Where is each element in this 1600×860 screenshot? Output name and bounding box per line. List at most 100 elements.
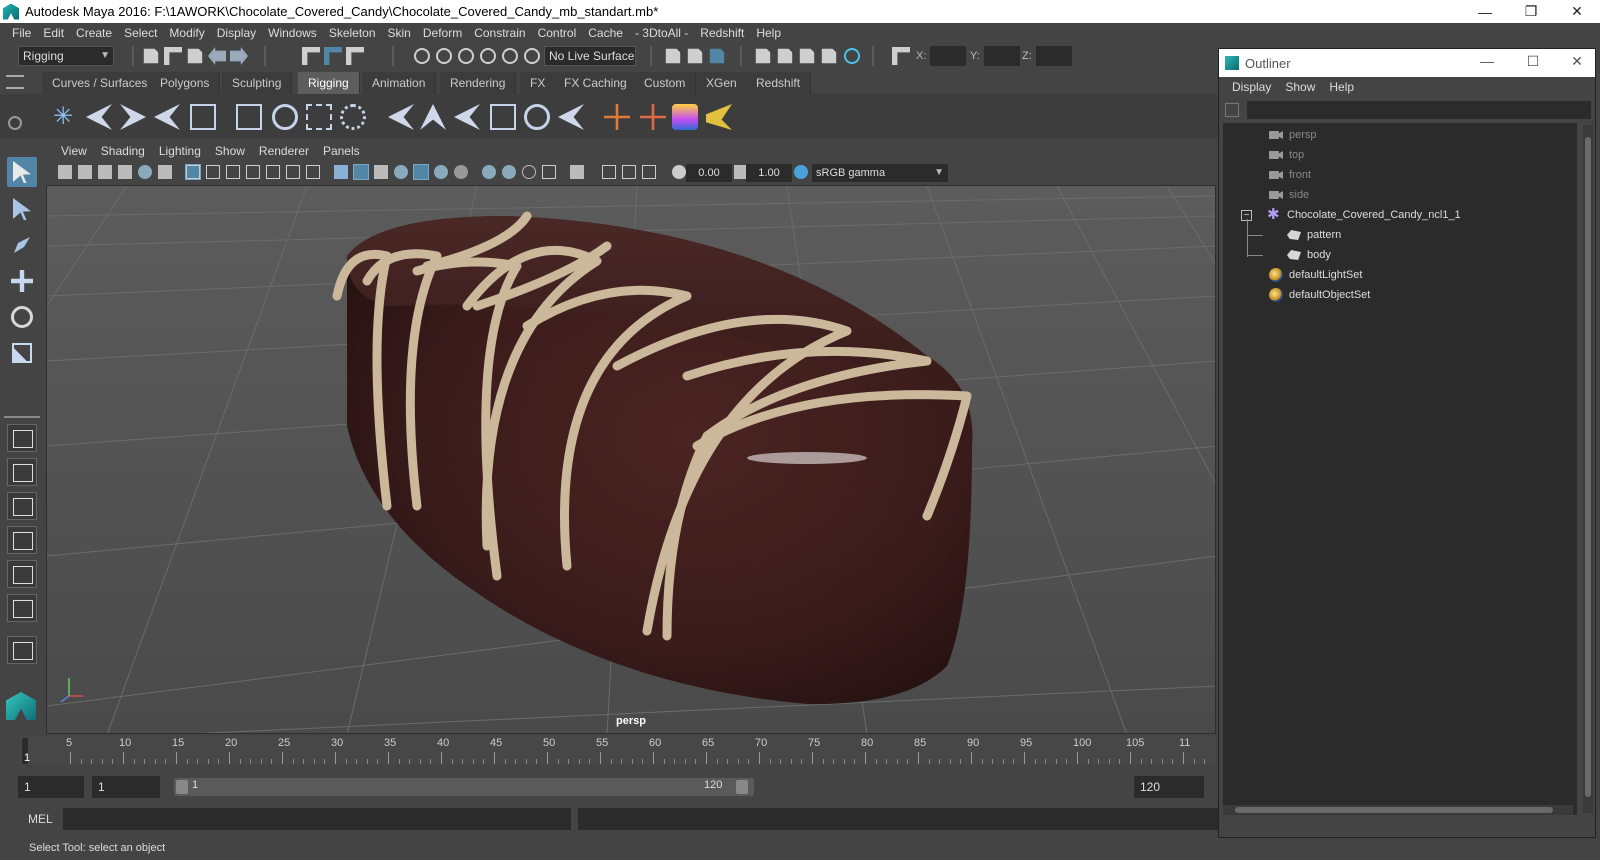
cluster-icon[interactable] — [340, 104, 366, 130]
restore-button[interactable]: ❐ — [1508, 0, 1554, 23]
menu-redshift[interactable]: Redshift — [694, 26, 750, 40]
more-layouts-button[interactable] — [7, 636, 37, 664]
snap-point-icon[interactable] — [458, 48, 474, 64]
z-field[interactable] — [1036, 46, 1072, 66]
point-constraint-icon[interactable] — [388, 104, 414, 130]
four-view-layout-button[interactable] — [7, 458, 37, 486]
snap-surface-icon[interactable] — [502, 48, 518, 64]
redo-icon[interactable] — [230, 47, 248, 65]
menu-skin[interactable]: Skin — [382, 26, 417, 40]
rotate-tool-button[interactable] — [7, 302, 37, 332]
menu-edit[interactable]: Edit — [37, 26, 70, 40]
outliner-item-candy-group[interactable]: − ✱ Chocolate_Covered_Candy_ncl1_1 — [1241, 205, 1541, 225]
chocolate-candy-model[interactable] — [332, 211, 973, 705]
outliner-vertical-scrollbar[interactable] — [1583, 125, 1593, 813]
film-gate-icon[interactable] — [206, 165, 220, 179]
panel-menu-view[interactable]: View — [54, 144, 94, 158]
outliner-item-front[interactable]: front — [1269, 165, 1311, 185]
range-start-handle[interactable] — [176, 780, 188, 794]
y-field[interactable] — [984, 46, 1020, 66]
outliner-menu-show[interactable]: Show — [1278, 80, 1322, 94]
paint-weights-icon[interactable] — [272, 104, 298, 130]
menu-modify[interactable]: Modify — [163, 26, 210, 40]
orient-constraint-icon[interactable] — [454, 104, 480, 130]
range-slider[interactable]: 1 120 — [174, 778, 754, 796]
lasso-tool-button[interactable] — [7, 194, 37, 224]
panel-menu-panels[interactable]: Panels — [316, 144, 367, 158]
outliner-close-button[interactable]: ✕ — [1567, 53, 1587, 70]
exposure-icon[interactable] — [672, 165, 686, 179]
single-perspective-layout-button[interactable] — [7, 424, 37, 452]
select-component-icon[interactable] — [346, 47, 364, 65]
outliner-menu-help[interactable]: Help — [1322, 80, 1361, 94]
menu-skeleton[interactable]: Skeleton — [323, 26, 382, 40]
select-tool-button[interactable] — [7, 157, 37, 187]
exposure-field[interactable]: 0.00 — [686, 164, 732, 182]
gate-mask-icon[interactable] — [246, 165, 260, 179]
outliner-item-side[interactable]: side — [1269, 185, 1309, 205]
blend-shape-icon[interactable] — [672, 104, 698, 130]
scale-constraint-icon[interactable] — [490, 104, 516, 130]
outliner-item-default-light-set[interactable]: defaultLightSet — [1269, 265, 1362, 285]
xray-components-icon[interactable] — [642, 165, 656, 179]
tab-rendering[interactable]: Rendering — [440, 72, 517, 94]
camera-select-icon[interactable] — [58, 165, 72, 179]
wireframe-icon[interactable] — [334, 165, 348, 179]
tab-rigging[interactable]: Rigging — [298, 72, 360, 94]
persp-graph-layout-button[interactable] — [7, 526, 37, 554]
aim-constraint-icon[interactable] — [420, 104, 446, 130]
start-time-field[interactable]: 1 — [18, 776, 84, 798]
field-chart-icon[interactable] — [266, 165, 280, 179]
open-scene-icon[interactable] — [164, 47, 182, 65]
menu-select[interactable]: Select — [118, 26, 163, 40]
hypershade-icon[interactable] — [844, 48, 860, 64]
menu-constrain[interactable]: Constrain — [468, 26, 531, 40]
menu-cache[interactable]: Cache — [582, 26, 629, 40]
panel-menu-renderer[interactable]: Renderer — [252, 144, 316, 158]
bind-skin-icon[interactable] — [236, 104, 262, 130]
menu-windows[interactable]: Windows — [262, 26, 323, 40]
tab-xgen[interactable]: XGen — [696, 72, 748, 94]
two-d-pan-zoom-icon[interactable] — [138, 165, 152, 179]
grease-pencil-icon[interactable] — [158, 165, 172, 179]
anti-aliasing-icon[interactable] — [522, 165, 536, 179]
gamma-field[interactable]: 1.00 — [746, 164, 792, 182]
outliner-menu-display[interactable]: Display — [1225, 80, 1278, 94]
construction-history-icon[interactable] — [709, 48, 725, 64]
resolution-gate-icon[interactable] — [226, 165, 240, 179]
outliner-item-default-object-set[interactable]: defaultObjectSet — [1269, 285, 1370, 305]
output-ops-icon[interactable] — [687, 48, 703, 64]
animation-start-field[interactable]: 1 — [92, 776, 160, 798]
maya-home-icon[interactable] — [6, 692, 36, 720]
insert-joint-icon[interactable] — [154, 104, 180, 130]
bookmark-icon[interactable] — [98, 165, 112, 179]
outliner-item-pattern[interactable]: pattern — [1287, 225, 1341, 245]
pole-vector-icon[interactable] — [558, 104, 584, 130]
locator-icon[interactable] — [604, 104, 630, 130]
tab-animation[interactable]: Animation — [362, 72, 437, 94]
ik-handle-icon[interactable] — [86, 104, 112, 130]
tab-custom[interactable]: Custom — [634, 72, 697, 94]
select-hierarchy-icon[interactable] — [302, 47, 320, 65]
menu-file[interactable]: File — [6, 26, 37, 40]
custom-layout-button[interactable] — [7, 594, 37, 622]
select-object-icon[interactable] — [324, 47, 342, 65]
use-all-lights-icon[interactable] — [434, 165, 448, 179]
tab-fx-caching[interactable]: FX Caching — [554, 72, 638, 94]
panel-menu-show[interactable]: Show — [208, 144, 252, 158]
command-input[interactable] — [63, 808, 571, 830]
menu-help[interactable]: Help — [750, 26, 787, 40]
grid-icon[interactable] — [185, 164, 201, 180]
history-icon[interactable] — [524, 48, 540, 64]
outliner-search-input[interactable] — [1247, 101, 1591, 119]
animation-end-field[interactable]: 120 — [1134, 776, 1204, 798]
screen-space-ao-icon[interactable] — [482, 165, 496, 179]
use-default-material-icon[interactable] — [374, 165, 388, 179]
tab-curves-surfaces[interactable]: Curves / Surfaces — [42, 72, 159, 94]
outliner-item-persp[interactable]: persp — [1269, 125, 1317, 145]
depth-of-field-icon[interactable] — [542, 165, 556, 179]
set-driven-key-icon[interactable] — [640, 104, 666, 130]
view-transform-dropdown[interactable]: sRGB gamma ▼ — [812, 164, 948, 182]
wire-deformer-icon[interactable] — [706, 104, 732, 130]
wireframe-on-shaded-icon[interactable] — [394, 165, 408, 179]
